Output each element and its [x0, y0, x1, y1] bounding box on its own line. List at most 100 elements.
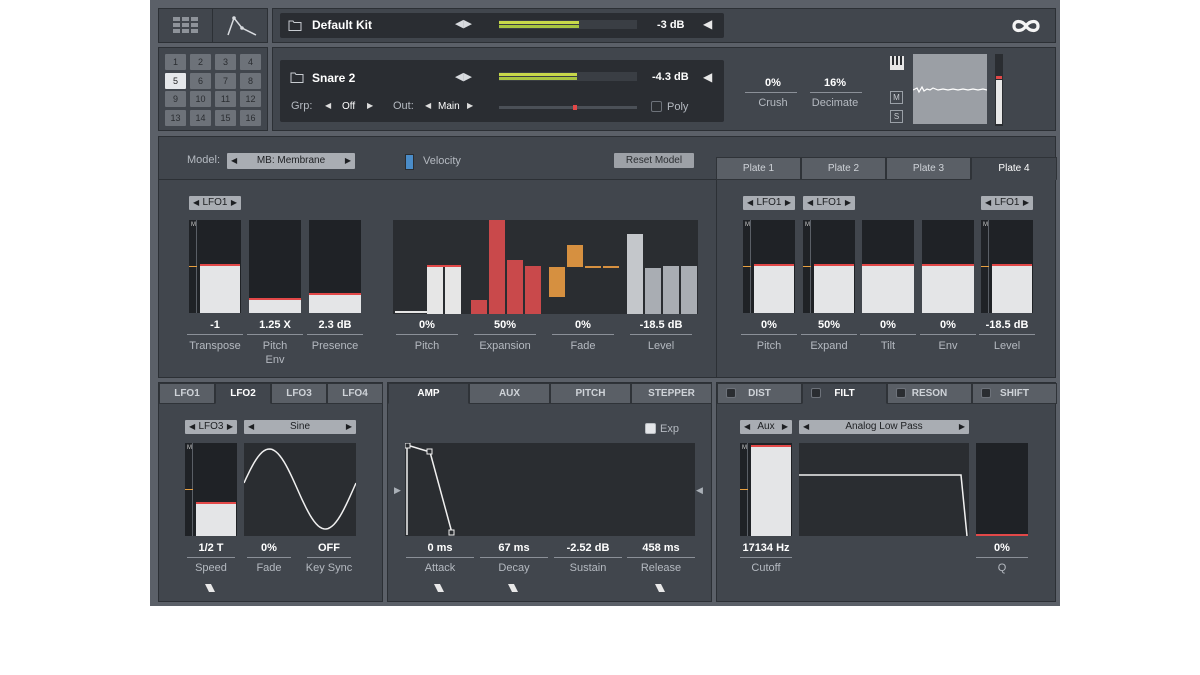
- group-prev-arrow[interactable]: ◀: [325, 101, 331, 110]
- bar-group-fade-value[interactable]: 0%: [548, 319, 618, 331]
- tab-reson-checkbox[interactable]: [896, 388, 906, 398]
- plate-meter-tilt[interactable]: [862, 220, 914, 313]
- velocity-toggle[interactable]: [405, 154, 414, 170]
- q-value[interactable]: 0%: [972, 542, 1032, 554]
- instrument-name[interactable]: Snare 2: [312, 71, 355, 85]
- meter-presence[interactable]: [309, 220, 361, 313]
- pad-6-button[interactable]: 6: [190, 72, 211, 89]
- pad-3-button[interactable]: 3: [215, 54, 236, 70]
- piano-keys-icon[interactable]: [889, 55, 905, 71]
- decay-value[interactable]: 67 ms: [480, 542, 548, 554]
- cutoff-meter[interactable]: M: [740, 443, 792, 536]
- plate-level-lfo-dropdown[interactable]: ◀ LFO1 ▶: [981, 196, 1033, 210]
- model-next-arrow[interactable]: ▶: [345, 153, 351, 169]
- lfo-speed-value[interactable]: 1/2 T: [181, 542, 241, 554]
- tab-lfo-lfo3[interactable]: LFO3: [271, 383, 327, 404]
- pad-8-button[interactable]: 8: [240, 72, 261, 89]
- attack-sync-toggle[interactable]: [434, 584, 444, 592]
- pad-11-button[interactable]: 11: [215, 91, 236, 107]
- kit-prev-next-arrows[interactable]: ◀▶: [455, 17, 472, 30]
- crush-value[interactable]: 0%: [743, 77, 803, 89]
- meter-pitch-value[interactable]: 1.25 X: [243, 319, 307, 331]
- lfo-source-prev-arrow[interactable]: ◀: [189, 420, 195, 434]
- release-sync-toggle[interactable]: [655, 584, 665, 592]
- lfo-shape-prev-arrow[interactable]: ◀: [248, 420, 254, 434]
- tab-shift-checkbox[interactable]: [981, 388, 991, 398]
- output-prev-arrow[interactable]: ◀: [425, 101, 431, 110]
- grid-view-button[interactable]: [159, 9, 213, 42]
- release-handle[interactable]: [448, 529, 455, 536]
- pan-slider[interactable]: [499, 105, 637, 110]
- filter-type-next-arrow[interactable]: ▶: [959, 420, 965, 434]
- lfo-speed-meter[interactable]: M: [185, 443, 237, 536]
- lfo-speed-sync-toggle[interactable]: [205, 584, 215, 592]
- group-value[interactable]: Off: [342, 101, 355, 112]
- decay-sync-toggle[interactable]: [508, 584, 518, 592]
- pad-7-button[interactable]: 7: [215, 72, 236, 89]
- folder-icon[interactable]: [290, 71, 304, 83]
- tab-env-amp[interactable]: AMP: [388, 383, 469, 404]
- pad-4-button[interactable]: 4: [240, 54, 261, 70]
- reset-model-button[interactable]: Reset Model: [614, 153, 694, 168]
- pad-5-button[interactable]: 5: [165, 72, 186, 89]
- plate-meter-expand-value[interactable]: 50%: [797, 319, 861, 331]
- plate-meter-pitch[interactable]: M: [743, 220, 795, 313]
- filter-source-dropdown[interactable]: ◀ Aux ▶: [740, 420, 792, 434]
- tab-plate-3[interactable]: Plate 3: [886, 157, 971, 180]
- pad-12-button[interactable]: 12: [240, 91, 261, 107]
- pad-2-button[interactable]: 2: [190, 54, 211, 70]
- plate-pitch-lfo-dropdown-prev-arrow[interactable]: ◀: [747, 196, 753, 210]
- pad-16-button[interactable]: 16: [240, 109, 261, 126]
- model-bar-graph[interactable]: [393, 220, 698, 314]
- tab-plate-4[interactable]: Plate 4: [971, 157, 1057, 180]
- filter-source-prev-arrow[interactable]: ◀: [744, 420, 750, 434]
- env-right-arrow[interactable]: ◀: [696, 485, 703, 496]
- env-left-arrow[interactable]: ▶: [394, 485, 401, 496]
- instrument-level-value[interactable]: -4.3 dB: [652, 71, 689, 83]
- pad-14-button[interactable]: 14: [190, 109, 211, 126]
- plate-expand-lfo-dropdown-prev-arrow[interactable]: ◀: [807, 196, 813, 210]
- meter-transpose[interactable]: M: [189, 220, 241, 313]
- speaker-icon[interactable]: ◀: [703, 70, 712, 84]
- envelope-view-button[interactable]: [214, 9, 268, 42]
- plate-meter-pitch-value[interactable]: 0%: [737, 319, 801, 331]
- tab-env-pitch[interactable]: PITCH: [550, 383, 631, 404]
- pad-9-button[interactable]: 9: [165, 91, 186, 107]
- exp-checkbox[interactable]: [645, 423, 656, 434]
- waveform-display[interactable]: [912, 54, 988, 124]
- kit-level-value[interactable]: -3 dB: [657, 19, 685, 31]
- instrument-prev-next-arrows[interactable]: ◀▶: [455, 70, 472, 83]
- plate-level-lfo-dropdown-prev-arrow[interactable]: ◀: [985, 196, 991, 210]
- transpose-lfo-dropdown-next-arrow[interactable]: ▶: [231, 196, 237, 210]
- plate-meter-expand[interactable]: M: [803, 220, 855, 313]
- model-dropdown[interactable]: ◀ MB: Membrane ▶: [227, 153, 355, 169]
- release-value[interactable]: 458 ms: [627, 542, 695, 554]
- tab-plate-2[interactable]: Plate 2: [801, 157, 886, 180]
- sustain-value[interactable]: -2.52 dB: [554, 542, 622, 554]
- mute-button[interactable]: M: [890, 91, 903, 104]
- pad-10-button[interactable]: 10: [190, 91, 211, 107]
- attack-handle[interactable]: [404, 442, 411, 449]
- pad-1-button[interactable]: 1: [165, 54, 186, 70]
- tab-fx-dist[interactable]: DIST: [717, 383, 802, 404]
- q-meter[interactable]: [976, 443, 1028, 536]
- lfo-fade-value[interactable]: 0%: [239, 542, 299, 554]
- transpose-lfo-dropdown-prev-arrow[interactable]: ◀: [193, 196, 199, 210]
- lfo-shape-next-arrow[interactable]: ▶: [346, 420, 352, 434]
- tab-fx-reson[interactable]: RESON: [887, 383, 972, 404]
- tab-env-aux[interactable]: AUX: [469, 383, 550, 404]
- plate-meter-env-value[interactable]: 0%: [916, 319, 980, 331]
- attack-value[interactable]: 0 ms: [406, 542, 474, 554]
- speaker-icon[interactable]: ◀: [703, 17, 712, 31]
- lfo-source-next-arrow[interactable]: ▶: [227, 420, 233, 434]
- filter-source-next-arrow[interactable]: ▶: [782, 420, 788, 434]
- plate-meter-tilt-value[interactable]: 0%: [856, 319, 920, 331]
- lfo-shape-dropdown[interactable]: ◀ Sine ▶: [244, 420, 356, 434]
- decimate-value[interactable]: 16%: [805, 77, 865, 89]
- tab-filt-checkbox[interactable]: [811, 388, 821, 398]
- meter-transpose-value[interactable]: -1: [183, 319, 247, 331]
- filter-type-dropdown[interactable]: ◀ Analog Low Pass ▶: [799, 420, 969, 434]
- envelope-display[interactable]: [404, 442, 695, 536]
- output-next-arrow[interactable]: ▶: [467, 101, 473, 110]
- poly-checkbox[interactable]: [651, 101, 662, 112]
